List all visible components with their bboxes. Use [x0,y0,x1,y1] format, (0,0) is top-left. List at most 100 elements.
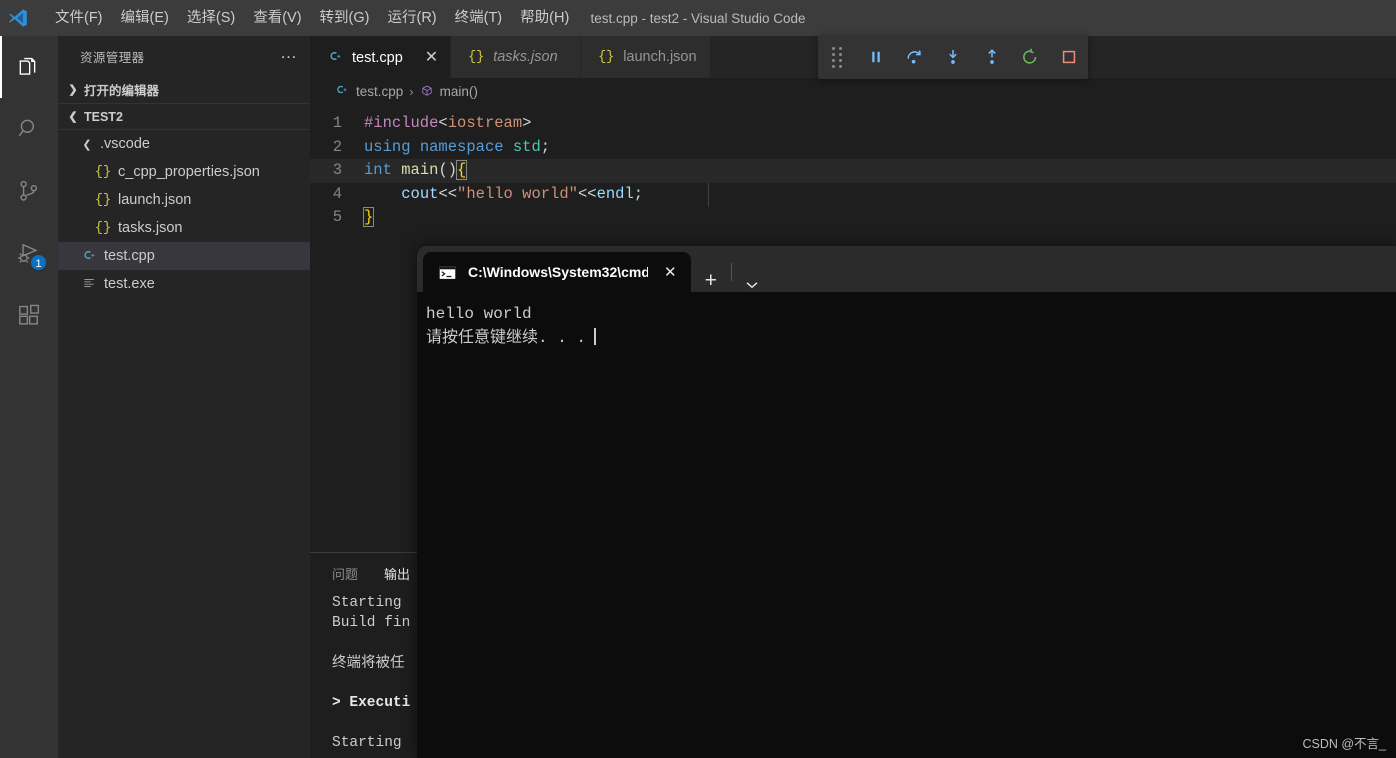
activity-item-search[interactable] [0,98,58,160]
watermark: CSDN @不言_ [1302,737,1386,751]
files-explorer-icon [16,54,42,80]
step-over-icon[interactable] [895,35,934,79]
activity-item-source-control[interactable] [0,160,58,222]
json-icon: {} [94,220,112,236]
chevron-down-icon[interactable] [732,278,772,292]
tab-tasks-json[interactable]: {} tasks.json [451,36,582,78]
tree-item-label: c_cpp_properties.json [118,164,260,180]
menu-run[interactable]: 运行(R) [378,5,445,31]
line-number: 3 [332,161,342,179]
tree-item-label: launch.json [118,192,192,208]
terminal-tab-cmd[interactable]: C:\Windows\System32\cmd.e ✕ [423,252,691,292]
line-number: 1 [332,114,342,132]
sidebar-explorer: 资源管理器 … ❯ 打开的编辑器 ❮ TEST2 ❮ .vscode {} c_… [58,36,310,758]
tree-item-label: test.exe [104,276,155,292]
step-into-icon[interactable] [934,35,973,79]
binary-icon [80,276,98,293]
breadcrumb-symbol[interactable]: main() [440,84,478,99]
activity-item-explorer[interactable] [0,36,58,98]
extensions-icon [16,302,42,328]
terminal-output[interactable]: hello world 请按任意键继续. . . [417,292,1396,350]
code-line: 1 #include<iostream> [310,112,1396,136]
drag-handle-icon[interactable] [818,35,857,79]
code-line-text: cout<<"hello world"<<endl; [401,184,644,203]
sidebar-section-workspace-root[interactable]: ❮ TEST2 [58,103,310,130]
chevron-right-icon: ❯ [68,84,78,96]
close-icon[interactable]: ✕ [425,49,438,65]
line-number: 4 [332,184,342,203]
restart-icon[interactable] [1011,35,1050,79]
step-out-icon[interactable] [972,35,1011,79]
source-control-icon [16,178,42,204]
json-icon: {} [94,192,112,208]
menu-terminal[interactable]: 终端(T) [446,5,512,31]
stop-icon[interactable] [1049,35,1088,79]
code-line: 5 } [310,206,1396,230]
chevron-down-icon: ❮ [68,111,78,123]
vscode-window: 文件(F) 编辑(E) 选择(S) 查看(V) 转到(G) 运行(R) 终端(T… [0,0,1396,758]
sidebar-title: 资源管理器 [80,50,145,65]
code-line: 4 cout<<"hello world"<<endl; [310,183,1396,207]
vscode-logo-icon [0,0,36,36]
code-line-text: #include<iostream> [364,114,532,132]
json-icon: {} [94,164,112,180]
menu-view[interactable]: 查看(V) [244,5,310,31]
tree-item-tasks-json[interactable]: {} tasks.json [58,214,310,242]
panel-tab-output[interactable]: 输出 [384,564,410,583]
chevron-down-icon: ❮ [82,138,92,151]
tab-launch-json[interactable]: {} launch.json [581,36,712,78]
line-number: 2 [332,137,342,156]
activity-item-extensions[interactable] [0,284,58,346]
menu-help[interactable]: 帮助(H) [511,5,578,31]
menu-selection[interactable]: 选择(S) [178,5,244,31]
workspace-root-label: TEST2 [84,109,123,124]
search-icon [16,116,42,142]
code-line-text: int main(){ [364,160,468,180]
title-bar: 文件(F) 编辑(E) 选择(S) 查看(V) 转到(G) 运行(R) 终端(T… [0,0,1396,36]
menu-edit[interactable]: 编辑(E) [112,5,178,31]
cmd-console-icon [439,265,456,280]
tab-test-cpp[interactable]: test.cpp ✕ [310,36,452,78]
terminal-window[interactable]: C:\Windows\System32\cmd.e ✕ + hello worl… [417,246,1396,758]
tree-item-launch-json[interactable]: {} launch.json [58,186,310,214]
tree-item-label: test.cpp [104,248,155,264]
menu-bar: 文件(F) 编辑(E) 选择(S) 查看(V) 转到(G) 运行(R) 终端(T… [46,5,578,31]
code-line-text: } [362,207,375,227]
json-icon: {} [468,49,485,65]
activity-bar: 1 [0,36,58,758]
sidebar-section-open-editors[interactable]: ❯ 打开的编辑器 [58,76,310,103]
tab-label: test.cpp [352,49,403,66]
tab-label: launch.json [623,49,697,65]
activity-item-run-debug[interactable]: 1 [0,222,58,284]
tree-item-test-cpp[interactable]: test.cpp [58,242,310,270]
terminal-line-with-cursor: 请按任意键继续. . . [426,326,1396,350]
tree-item-c-cpp-properties[interactable]: {} c_cpp_properties.json [58,158,310,186]
new-tab-icon[interactable]: + [691,270,731,292]
code-line-current: 3 int main(){ [310,159,1396,183]
breadcrumb-separator: › [409,83,414,99]
terminal-tab-bar: C:\Windows\System32\cmd.e ✕ + [417,246,1396,292]
menu-file[interactable]: 文件(F) [46,5,112,31]
sidebar-header: 资源管理器 … [58,36,310,76]
json-icon: {} [598,49,615,65]
symbol-method-icon [420,84,434,98]
line-number: 5 [332,208,342,226]
menu-go[interactable]: 转到(G) [311,5,379,31]
code-editor[interactable]: 1 #include<iostream> 2 using namespace s… [310,104,1396,230]
debug-toolbar[interactable] [818,35,1088,79]
cpp-icon [326,49,344,66]
pause-icon[interactable] [857,35,896,79]
breadcrumb: test.cpp › main() [310,78,1396,104]
code-line-text: using namespace std; [364,137,551,156]
panel-tab-problems[interactable]: 问题 [332,564,358,583]
terminal-line-text: 请按任意键继续. . . [426,329,587,347]
more-actions-icon[interactable]: … [280,44,298,64]
tree-item-vscode-folder[interactable]: ❮ .vscode [58,130,310,158]
tree-item-label: .vscode [100,136,150,152]
run-debug-badge: 1 [29,253,48,272]
close-icon[interactable]: ✕ [660,263,681,281]
tree-item-label: tasks.json [118,220,183,236]
terminal-line: hello world [426,305,532,323]
breadcrumb-file[interactable]: test.cpp [356,84,403,99]
tree-item-test-exe[interactable]: test.exe [58,270,310,298]
